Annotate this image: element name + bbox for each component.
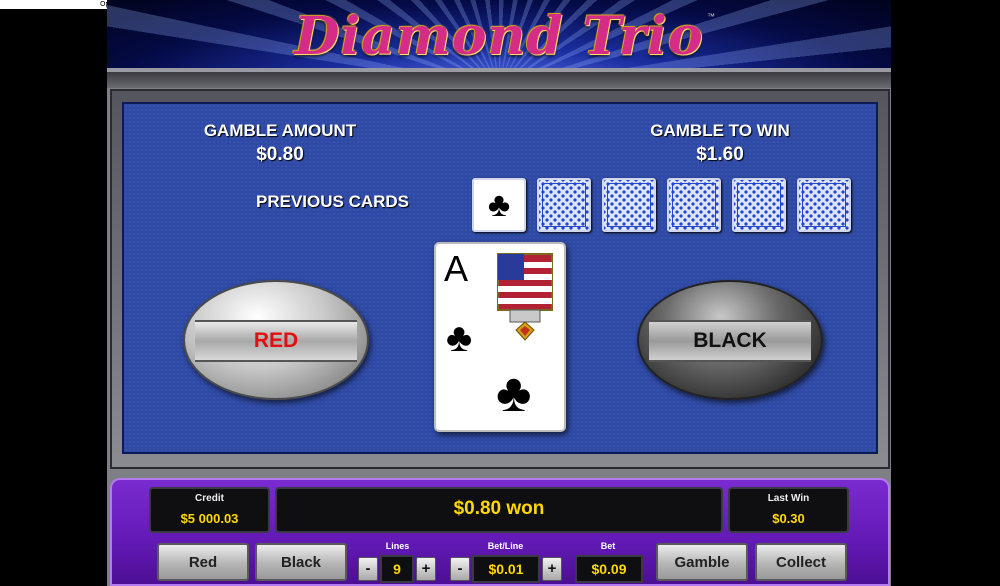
clubs-icon: ♣	[446, 316, 473, 360]
last-win-value: $0.30	[772, 511, 805, 526]
last-win-display: Last Win $0.30	[728, 487, 849, 533]
red-choice-label: RED	[195, 320, 357, 362]
bet-line-decrease-button[interactable]: -	[450, 557, 470, 581]
black-button[interactable]: Black	[255, 543, 347, 581]
previous-card-back	[667, 178, 721, 232]
collect-button[interactable]: Collect	[755, 543, 847, 581]
lines-decrease-button[interactable]: -	[358, 557, 378, 581]
previous-card-back	[602, 178, 656, 232]
lines-label: Lines	[385, 541, 410, 551]
bet-line-value: $0.01	[472, 555, 540, 583]
gamble-to-win-label: GAMBLE TO WIN	[650, 121, 790, 140]
bet-line-increase-button[interactable]: +	[542, 557, 562, 581]
game-title: Diamond Trio	[294, 6, 704, 67]
last-win-label: Last Win	[767, 493, 810, 504]
red-button[interactable]: Red	[157, 543, 249, 581]
current-card: A ♣ ♣	[434, 242, 566, 432]
flag-emblem-icon	[497, 253, 553, 341]
clubs-icon: ♣	[496, 363, 532, 423]
bet-line-label: Bet/Line	[487, 541, 524, 551]
previous-card-back	[537, 178, 591, 232]
won-text: $0.80 won	[453, 498, 545, 519]
previous-cards-label: PREVIOUS CARDS	[256, 192, 410, 211]
win-message-display: $0.80 won	[275, 487, 723, 533]
previous-card-1: ♣	[472, 178, 526, 232]
black-choice-label: BLACK	[649, 320, 811, 362]
previous-card-back	[797, 178, 851, 232]
lines-increase-button[interactable]: +	[416, 557, 436, 581]
bet-value: $0.09	[575, 555, 643, 583]
bet-label: Bet	[600, 541, 616, 551]
black-choice-button[interactable]: BLACK	[637, 280, 823, 400]
gamble-to-win-value: $1.60	[696, 144, 744, 165]
card-rank: A	[444, 248, 469, 289]
credit-label: Credit	[195, 493, 224, 504]
previous-card-back	[732, 178, 786, 232]
trademark: ™	[707, 12, 715, 21]
credit-display: Credit $5 000.03	[149, 487, 270, 533]
clubs-icon: ♣	[487, 185, 511, 224]
gamble-amount-value: $0.80	[256, 144, 304, 165]
title-banner: Diamond Trio ™	[107, 0, 891, 72]
credit-value: $5 000.03	[180, 511, 239, 526]
gamble-button[interactable]: Gamble	[656, 543, 748, 581]
divider-band	[107, 72, 891, 88]
red-choice-button[interactable]: RED	[183, 280, 369, 400]
lines-value: 9	[380, 555, 414, 583]
gamble-amount-label: GAMBLE AMOUNT	[203, 121, 357, 140]
